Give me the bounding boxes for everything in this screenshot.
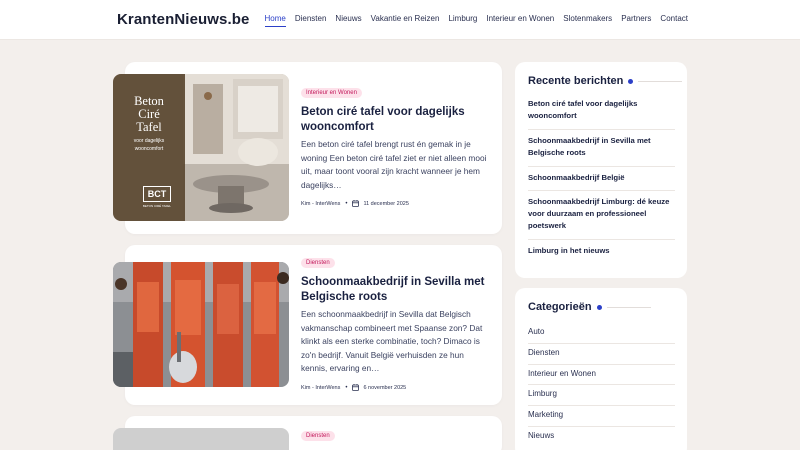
widget-title: Recente berichten [528, 75, 683, 87]
recent-post-link[interactable]: Schoonmaakbedrijf in Sevilla met Belgisc… [528, 135, 675, 159]
meta-separator: • [345, 200, 348, 207]
recent-posts-heading: Recente berichten [528, 75, 624, 87]
cleaning-team-photo [113, 262, 289, 387]
post-thumbnail[interactable]: Beton Ciré Tafel voor dagelijks wooncomf… [113, 74, 289, 221]
post-thumbnail[interactable] [113, 262, 289, 387]
nav-home[interactable]: Home [265, 14, 286, 27]
bct-logo-sub: BETON CIRÉ TAFEL [142, 204, 172, 208]
title-bullet [596, 304, 602, 310]
recent-posts-widget: Recente berichten Beton ciré tafel voor … [515, 62, 687, 278]
title-rule [606, 306, 651, 308]
nav-slotenmakers[interactable]: Slotenmakers [563, 14, 612, 27]
thumbnail-overlay-text: Beton Ciré Tafel voor dagelijks wooncomf… [113, 74, 185, 221]
category-link[interactable]: Nieuws [528, 431, 554, 440]
post-date: 11 december 2025 [363, 200, 409, 207]
divider [528, 343, 675, 344]
meta-separator: • [345, 384, 348, 391]
recent-post-link[interactable]: Limburg in het nieuws [528, 245, 675, 257]
title-rule [638, 80, 683, 82]
post-thumbnail[interactable] [113, 428, 289, 450]
thumbnail-title-line: Tafel [136, 120, 162, 134]
category-link[interactable]: Diensten [528, 348, 560, 357]
post-author[interactable]: Kim - InterWens [301, 385, 340, 391]
recent-post-link[interactable]: Schoonmaakbedrijf België [528, 172, 675, 184]
nav-partners[interactable]: Partners [621, 14, 651, 27]
post-title[interactable]: Beton ciré tafel voor dagelijks wooncomf… [301, 105, 486, 135]
divider [528, 426, 675, 427]
divider [528, 405, 675, 406]
post-author[interactable]: Kim - InterWens [301, 201, 340, 207]
recent-post-link[interactable]: Beton ciré tafel voor dagelijks wooncomf… [528, 98, 675, 122]
category-link[interactable]: Interieur en Wonen [528, 369, 596, 378]
title-bullet [628, 78, 634, 84]
category-link[interactable]: Auto [528, 327, 544, 336]
nav-vakantie-en-reizen[interactable]: Vakantie en Reizen [371, 14, 440, 27]
post-meta: Kim - InterWens • 11 december 2025 [301, 200, 409, 207]
bct-logo: BCT [143, 186, 171, 202]
nav-nieuws[interactable]: Nieuws [335, 14, 361, 27]
divider [528, 384, 675, 385]
category-badge[interactable]: Diensten [301, 431, 335, 441]
category-badge[interactable]: Interieur en Wonen [301, 88, 362, 98]
categories-widget: Categorieën Auto Diensten Interieur en W… [515, 288, 687, 450]
category-link[interactable]: Marketing [528, 410, 563, 419]
divider [528, 190, 675, 191]
main-nav: Home Diensten Nieuws Vakantie en Reizen … [265, 14, 689, 27]
category-badge[interactable]: Diensten [301, 258, 335, 268]
divider [528, 239, 675, 240]
post-excerpt: Een beton ciré tafel brengt rust én gema… [301, 139, 487, 190]
category-link[interactable]: Limburg [528, 389, 557, 398]
site-logo[interactable]: KrantenNieuws.be [117, 11, 249, 28]
calendar-icon [352, 200, 360, 207]
post-excerpt: Een schoonmaakbedrijf in Sevilla dat Bel… [301, 309, 483, 374]
nav-limburg[interactable]: Limburg [448, 14, 477, 27]
divider [528, 129, 675, 130]
post-date: 6 november 2025 [363, 384, 407, 391]
divider [528, 364, 675, 365]
post-title[interactable]: Schoonmaakbedrijf in Sevilla met Belgisc… [301, 275, 491, 305]
widget-title: Categorieën [528, 301, 651, 313]
site-header: KrantenNieuws.be Home Diensten Nieuws Va… [0, 0, 800, 40]
nav-interieur-en-wonen[interactable]: Interieur en Wonen [486, 14, 554, 27]
nav-contact[interactable]: Contact [660, 14, 688, 27]
divider [528, 166, 675, 167]
recent-post-link[interactable]: Schoonmaakbedrijf Limburg: dé keuze voor… [528, 196, 675, 232]
thumbnail-subtitle-line: voor dagelijks [133, 138, 165, 144]
thumbnail-subtitle-line: wooncomfort [134, 146, 164, 152]
nav-diensten[interactable]: Diensten [295, 14, 327, 27]
post-meta: Kim - InterWens • 6 november 2025 [301, 384, 406, 391]
categories-heading: Categorieën [528, 301, 592, 313]
calendar-icon [352, 384, 360, 391]
